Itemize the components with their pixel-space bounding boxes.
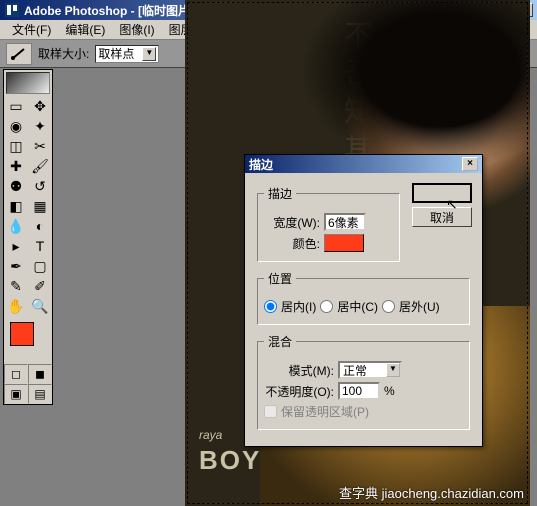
sample-size-label: 取样大小: [38,45,89,62]
pos-center-radio[interactable]: 居中(C) [320,298,378,315]
sample-size-combo[interactable]: 取样点 ▼ [95,45,159,63]
dialog-titlebar[interactable]: 描边 × [245,155,482,173]
type-tool[interactable]: T [28,236,52,256]
pen-tool[interactable]: ✒ [4,256,28,276]
pos-outside-radio[interactable]: 居外(U) [382,298,440,315]
opacity-suffix: % [384,384,395,398]
fg-color-swatch[interactable] [10,322,34,346]
pos-outside-label: 居外(U) [399,298,440,315]
position-group: 位置 居内(I) 居中(C) 居外(U) [257,270,470,325]
stroke-group: 描边 宽度(W): 颜色: [257,185,400,262]
gradient-tool[interactable]: ▦ [28,196,52,216]
blend-group-label: 混合 [264,333,296,350]
brush-tool[interactable]: 🖌 [28,156,52,176]
color-swatches[interactable] [8,320,48,360]
marquee-tool[interactable]: ▭ [4,96,28,116]
screenmode-full-icon[interactable]: ▤ [28,384,52,404]
menu-edit[interactable]: 编辑(E) [59,19,111,40]
history-brush-tool[interactable]: ↺ [28,176,52,196]
width-input[interactable] [324,213,366,231]
screenmode-std-icon[interactable]: ▣ [4,384,28,404]
width-label: 宽度(W): [264,214,320,231]
blend-group: 混合 模式(M): 正常 ▼ 不透明度(O): % 保留透明区域(P) [257,333,470,430]
dodge-tool[interactable]: ◐ [28,216,52,236]
slice-tool[interactable]: ✂ [28,136,52,156]
move-tool[interactable]: ✥ [28,96,52,116]
stamp-tool[interactable]: ⚉ [4,176,28,196]
cancel-button[interactable]: 取消 [412,207,472,227]
heal-tool[interactable]: ✚ [4,156,28,176]
preserve-trans-checkbox[interactable]: 保留透明区域(P) [264,403,369,420]
stroke-dialog: 描边 × ↖ 取消 描边 宽度(W): 颜色: 位置 居内(I) 居中(C) [244,154,483,447]
notes-tool[interactable]: ✎ [4,276,28,296]
toolbox: ▭ ✥ ◉ ✦ ◫ ✂ ✚ 🖌 ⚉ ↺ ◧ ▦ 💧 ◐ ▸ T ✒ ▢ ✎ ✐ … [3,69,53,405]
watermark-text: 查字典 jiaocheng.chazidian.com [339,483,524,502]
hand-tool[interactable]: ✋ [4,296,28,316]
eyedropper-tool[interactable]: ✐ [28,276,52,296]
blur-tool[interactable]: 💧 [4,216,28,236]
lasso-tool[interactable]: ◉ [4,116,28,136]
shape-tool[interactable]: ▢ [28,256,52,276]
quickmask-off-icon[interactable]: ◻ [4,364,28,384]
pos-center-label: 居中(C) [337,298,378,315]
app-icon [4,2,20,18]
mode-combo[interactable]: 正常 ▼ [338,361,402,379]
zoom-tool[interactable]: 🔍 [28,296,52,316]
preserve-trans-label: 保留透明区域(P) [281,403,369,420]
color-swatch[interactable] [324,234,364,252]
ok-button[interactable]: ↖ [412,183,472,203]
chevron-down-icon: ▼ [142,47,156,61]
opacity-input[interactable] [338,382,380,400]
tool-preset-icon[interactable] [6,43,32,65]
position-group-label: 位置 [264,270,296,287]
mode-label: 模式(M): [264,362,334,379]
tool-preview-swatch [6,72,50,94]
pos-inside-radio[interactable]: 居内(I) [264,298,316,315]
eraser-tool[interactable]: ◧ [4,196,28,216]
quickmask-on-icon[interactable]: ◼ [28,364,52,384]
dialog-title: 描边 [249,156,273,173]
logo-big: BOY [199,445,261,475]
sample-size-value: 取样点 [98,45,134,62]
menu-file[interactable]: 文件(F) [6,19,57,40]
wand-tool[interactable]: ✦ [28,116,52,136]
path-tool[interactable]: ▸ [4,236,28,256]
mode-value: 正常 [343,362,367,379]
color-label: 颜色: [264,235,320,252]
stroke-group-label: 描边 [264,185,296,202]
logo-small: raya [199,428,222,442]
chevron-down-icon: ▼ [386,363,400,377]
pos-inside-label: 居内(I) [281,298,316,315]
dialog-close-button[interactable]: × [462,157,478,171]
menu-image[interactable]: 图像(I) [113,19,160,40]
opacity-label: 不透明度(O): [264,383,334,400]
crop-tool[interactable]: ◫ [4,136,28,156]
